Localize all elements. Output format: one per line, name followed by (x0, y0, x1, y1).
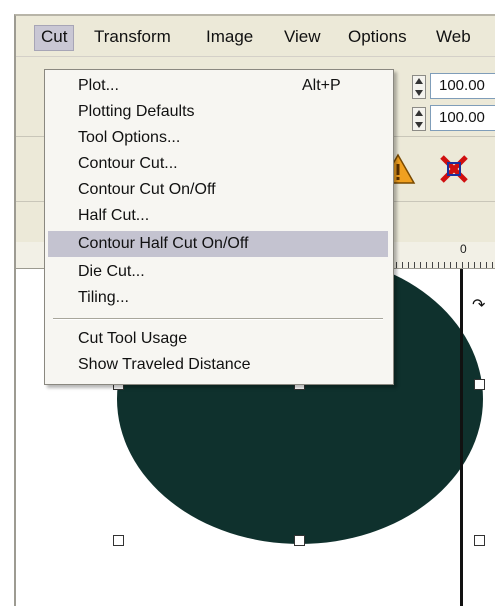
cut-menu-dropdown: Plot... Alt+P Plotting Defaults Tool Opt… (44, 69, 394, 385)
menu-item-label: Tiling... (78, 289, 129, 306)
field2-spinner[interactable] (412, 107, 426, 131)
menu-item-half-cut[interactable]: Half Cut... (48, 203, 388, 229)
menu-separator (53, 318, 383, 320)
selection-handle[interactable] (113, 535, 124, 546)
menu-cut[interactable]: Cut (34, 25, 75, 51)
menu-item-label: Die Cut... (78, 263, 145, 280)
menu-item-label: Tool Options... (78, 129, 181, 146)
menu-item-plot[interactable]: Plot... Alt+P (48, 73, 388, 99)
cross-icon (440, 155, 468, 183)
menu-image[interactable]: Image (200, 25, 259, 49)
menu-item-shortcut: Alt+P (302, 77, 341, 94)
menu-item-label: Contour Cut... (78, 155, 178, 172)
selection-handle[interactable] (474, 379, 485, 390)
menu-options[interactable]: Options (342, 25, 413, 49)
rotate-icon[interactable]: ↷ (472, 295, 485, 315)
menu-item-label: Contour Cut On/Off (78, 181, 216, 198)
menu-web[interactable]: Web (430, 25, 477, 49)
menu-transform[interactable]: Transform (88, 25, 177, 49)
menu-item-label: Cut Tool Usage (78, 330, 188, 347)
menu-item-contour-half-cut-toggle[interactable]: Contour Half Cut On/Off (48, 231, 388, 257)
menu-item-tiling[interactable]: Tiling... (48, 285, 388, 311)
menu-item-tool-options[interactable]: Tool Options... (48, 125, 388, 151)
width-field[interactable]: 100.00 (430, 73, 495, 99)
menu-item-label: Contour Half Cut On/Off (78, 235, 249, 252)
ruler-label: 0 (460, 242, 467, 256)
selection-handle[interactable] (294, 535, 305, 546)
page-boundary-line (460, 269, 463, 606)
height-field[interactable]: 100.00 (430, 105, 495, 131)
menu-bar: Cut Transform Image View Options Web (16, 16, 495, 57)
selection-handle[interactable] (474, 535, 485, 546)
menu-item-contour-cut[interactable]: Contour Cut... (48, 151, 388, 177)
menu-item-label: Show Traveled Distance (78, 356, 251, 373)
menu-item-show-traveled-distance[interactable]: Show Traveled Distance (48, 352, 388, 378)
field1-spinner[interactable] (412, 75, 426, 99)
delete-weld-tool-button[interactable] (432, 147, 476, 191)
app-window: Cut Transform Image View Options Web 100… (14, 14, 495, 606)
menu-item-cut-tool-usage[interactable]: Cut Tool Usage (48, 326, 388, 352)
menu-item-plotting-defaults[interactable]: Plotting Defaults (48, 99, 388, 125)
menu-view[interactable]: View (278, 25, 327, 49)
menu-item-contour-cut-toggle[interactable]: Contour Cut On/Off (48, 177, 388, 203)
menu-item-label: Half Cut... (78, 207, 150, 224)
menu-item-label: Plotting Defaults (78, 103, 195, 120)
menu-item-die-cut[interactable]: Die Cut... (48, 259, 388, 285)
menu-item-label: Plot... (78, 77, 119, 94)
